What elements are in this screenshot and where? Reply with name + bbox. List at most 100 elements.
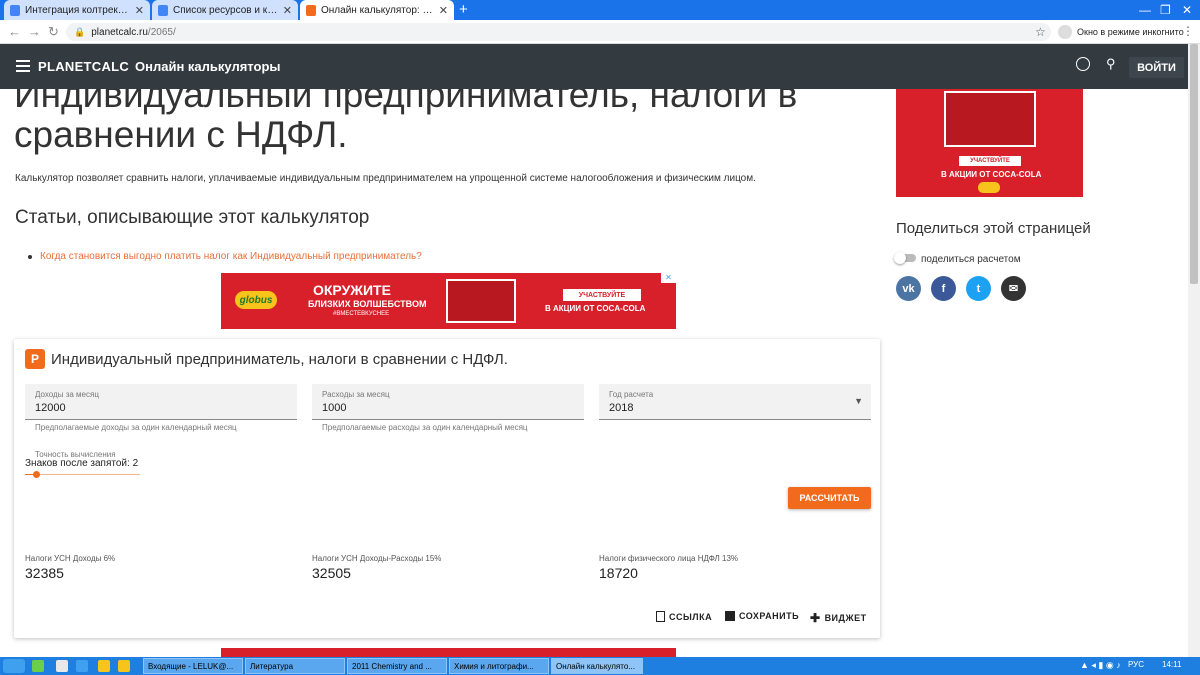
tab-title: Список ресурсов и калькулятор — [173, 4, 279, 16]
expense-value[interactable]: 1000 — [322, 402, 346, 414]
folder-icon[interactable] — [98, 660, 110, 672]
tab-title: Интеграция колтрекинга и скв — [25, 4, 131, 16]
close-icon[interactable]: ✕ — [439, 4, 448, 17]
year-value: 2018 — [609, 402, 634, 414]
result-value: 18720 — [599, 565, 638, 581]
facebook-icon[interactable]: f — [931, 276, 956, 301]
result-label: Налоги УСН Доходы-Расходы 15% — [312, 554, 442, 563]
incognito-label: Окно в режиме инкогнито — [1077, 27, 1184, 37]
share-toggle-label: поделиться расчетом — [921, 254, 1021, 265]
result-label: Налоги УСН Доходы 6% — [25, 554, 116, 563]
link-button[interactable]: ССЫЛКА — [656, 611, 712, 622]
ad-hashtag: #ВМЕСТЕВКУСНЕЕ — [333, 311, 390, 317]
save-button[interactable]: СОХРАНИТЬ — [725, 611, 799, 621]
taskbar-item[interactable]: Химия и литографи... — [449, 658, 549, 674]
docs-icon — [158, 4, 168, 16]
planetcalc-icon: P — [25, 349, 45, 369]
taskbar-item[interactable]: Входящие - LELUK@... — [143, 658, 243, 674]
result-value: 32385 — [25, 565, 64, 581]
docs-icon — [10, 4, 20, 16]
language-indicator[interactable]: РУС — [1128, 660, 1144, 669]
start-button[interactable] — [3, 659, 25, 673]
browser-tab[interactable]: Интеграция колтрекинга и скв ✕ — [4, 0, 150, 20]
income-label: Доходы за месяц — [35, 390, 99, 399]
login-button[interactable]: ВОЙТИ — [1129, 57, 1184, 78]
year-select[interactable]: Год расчета 2018 ▼ — [599, 384, 871, 420]
share-heading: Поделиться этой страницей — [896, 220, 1091, 237]
widget-label: ВИДЖЕТ — [824, 613, 867, 623]
share-toggle-knob[interactable] — [894, 252, 906, 264]
url-field[interactable]: 🔒 planetcalc.ru/2065/ — [66, 23, 1051, 41]
email-icon[interactable]: ✉ — [1001, 276, 1026, 301]
income-hint: Предполагаемые доходы за один календарны… — [35, 423, 237, 432]
articles-heading: Статьи, описывающие этот калькулятор — [15, 207, 370, 228]
globus-logo — [978, 182, 1000, 193]
chevron-down-icon: ▼ — [854, 396, 863, 406]
ad-cta-subtext: В АКЦИИ ОТ COCA-COLA — [941, 170, 1042, 179]
globe-icon[interactable] — [1076, 57, 1090, 71]
precision-value: Знаков после запятой: 2 — [25, 458, 139, 469]
expense-label: Расходы за месяц — [322, 390, 390, 399]
banner-ad-bottom — [221, 648, 676, 657]
ad-cta-button: УЧАСТВУЙТЕ — [563, 289, 641, 301]
income-field[interactable]: Доходы за месяц 12000 — [25, 384, 297, 420]
url-path: /2065/ — [147, 26, 176, 38]
close-window-icon[interactable]: ✕ — [1182, 0, 1192, 20]
ad-subline: БЛИЗКИХ ВОЛШЕБСТВОМ — [308, 299, 427, 309]
income-value[interactable]: 12000 — [35, 402, 66, 414]
planetcalc-icon — [306, 4, 316, 16]
link-label: ССЫЛКА — [669, 611, 713, 622]
hamburger-menu-icon[interactable] — [16, 60, 30, 72]
search-icon[interactable]: ⚲ — [1106, 56, 1116, 72]
list-bullet — [28, 255, 32, 259]
browser-tab-active[interactable]: Онлайн калькулятор: Индивиду ✕ — [300, 0, 454, 20]
clock[interactable]: 14:11 — [1162, 660, 1181, 669]
minimize-icon[interactable]: — — [1139, 0, 1151, 20]
maximize-icon[interactable]: ❐ — [1160, 0, 1171, 20]
app-icon[interactable] — [32, 660, 44, 672]
ad-photo — [446, 279, 516, 323]
twitter-icon[interactable]: t — [966, 276, 991, 301]
reload-icon[interactable]: ↻ — [48, 24, 59, 40]
save-icon — [725, 611, 735, 621]
calculate-button[interactable]: РАССЧИТАТЬ — [788, 487, 871, 509]
back-icon[interactable]: ← — [8, 24, 21, 39]
app-icon[interactable] — [76, 660, 88, 672]
precision-slider-track[interactable] — [25, 474, 140, 475]
calculator-title: Индивидуальный предприниматель, налоги в… — [51, 351, 508, 368]
expense-field[interactable]: Расходы за месяц 1000 — [312, 384, 584, 420]
close-icon[interactable]: ✕ — [283, 4, 292, 17]
folder-icon[interactable] — [118, 660, 130, 672]
result-value: 32505 — [312, 565, 351, 581]
puzzle-icon: ✚ — [810, 611, 821, 625]
site-logo[interactable]: PLANETCALC — [38, 59, 129, 74]
ad-cta-subtext: В АКЦИИ ОТ COCA-COLA — [545, 304, 646, 313]
result-label: Налоги физического лица НДФЛ 13% — [599, 554, 739, 563]
menu-dots-icon[interactable]: ⋮ — [1182, 24, 1194, 38]
article-link[interactable]: Когда становится выгодно платить налог к… — [40, 251, 422, 262]
app-icon[interactable] — [56, 660, 68, 672]
tray-icons[interactable]: ▲ ◂ ▮ ◉ ♪ — [1080, 660, 1121, 671]
taskbar-item[interactable]: Литература — [245, 658, 345, 674]
sidebar-ad[interactable]: УЧАСТВУЙТЕ В АКЦИИ ОТ COCA-COLA — [896, 89, 1083, 197]
browser-tab[interactable]: Список ресурсов и калькулятор ✕ — [152, 0, 298, 20]
page-description: Калькулятор позволяет сравнить налоги, у… — [15, 173, 756, 184]
banner-ad[interactable]: globus ОКРУЖИТЕ БЛИЗКИХ ВОЛШЕБСТВОМ #ВМЕ… — [221, 273, 676, 329]
tab-title: Онлайн калькулятор: Индивиду — [321, 4, 435, 16]
forward-icon[interactable]: → — [28, 24, 41, 39]
close-icon[interactable]: ✕ — [135, 4, 144, 17]
site-subtitle[interactable]: Онлайн калькуляторы — [135, 59, 280, 74]
expense-hint: Предполагаемые расходы за один календарн… — [322, 423, 528, 432]
precision-slider-thumb[interactable] — [33, 471, 40, 478]
year-label: Год расчета — [609, 390, 654, 399]
taskbar-item-active[interactable]: Онлайн калькулято... — [551, 658, 643, 674]
vk-icon[interactable]: vk — [896, 276, 921, 301]
widget-button[interactable]: ✚ ВИДЖЕТ — [810, 611, 867, 625]
ad-cta-button: УЧАСТВУЙТЕ — [959, 156, 1021, 166]
star-icon[interactable]: ☆ — [1035, 25, 1046, 39]
adchoices-close-icon[interactable]: ✕ — [661, 273, 676, 283]
taskbar-item[interactable]: 2011 Chemistry and ... — [347, 658, 447, 674]
ad-photo — [944, 91, 1036, 147]
new-tab-icon[interactable]: + — [459, 2, 468, 18]
scrollbar-thumb[interactable] — [1190, 44, 1198, 284]
